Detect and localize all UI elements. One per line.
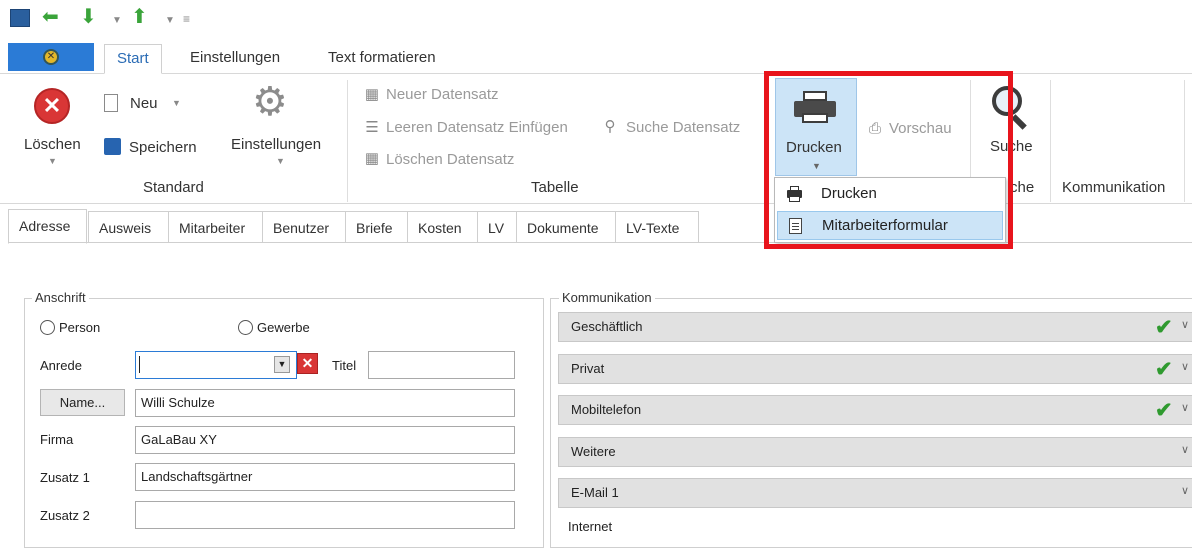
neu-button[interactable]: Neu xyxy=(130,95,158,112)
delete-record-icon: ▦ xyxy=(364,150,380,167)
name-field[interactable]: Willi Schulze xyxy=(135,389,515,417)
combo-email1[interactable]: E-Mail 1 ∨ xyxy=(558,478,1192,508)
titel-input[interactable] xyxy=(368,351,515,379)
leeren-datensatz-einfuegen-button[interactable]: Leeren Datensatz Einfügen xyxy=(386,119,568,136)
combo-email1-label: E-Mail 1 xyxy=(571,485,619,500)
ribbon-tab-row: ✕ Start Einstellungen Text formatieren xyxy=(0,38,1192,74)
tab-benutzer[interactable]: Benutzer xyxy=(262,211,346,243)
zusatz2-field[interactable] xyxy=(135,501,515,529)
loeschen-button[interactable]: Löschen xyxy=(24,136,81,153)
check-icon: ✔ xyxy=(1155,358,1173,381)
delete-icon[interactable]: ✕ xyxy=(34,88,70,124)
customize-icon[interactable]: ≡ xyxy=(183,10,190,28)
group-label-standard: Standard xyxy=(143,179,204,196)
tab-ausweis[interactable]: Ausweis xyxy=(88,211,169,243)
einstellungen-dropdown-icon[interactable]: ▼ xyxy=(276,156,285,166)
group-label-kommunikation: Kommunikation xyxy=(1062,179,1166,196)
save-icon[interactable] xyxy=(104,138,121,155)
neu-dropdown-icon[interactable]: ▼ xyxy=(172,98,181,108)
chevron-down-icon[interactable]: ∨ xyxy=(1181,443,1189,456)
application-menu-button[interactable]: ✕ xyxy=(8,43,94,71)
gear-icon[interactable]: ⚙ xyxy=(252,80,288,124)
combo-geschaeftlich-label: Geschäftlich xyxy=(571,319,643,334)
einstellungen-button[interactable]: Einstellungen xyxy=(231,136,321,153)
loeschen-datensatz-button[interactable]: Löschen Datensatz xyxy=(386,151,514,168)
tab-kosten[interactable]: Kosten xyxy=(407,211,478,243)
arrow-up-icon[interactable]: ⬆ xyxy=(131,7,148,27)
tab-einstellungen[interactable]: Einstellungen xyxy=(178,44,292,74)
suche-datensatz-button[interactable]: Suche Datensatz xyxy=(626,119,740,136)
tab-briefe[interactable]: Briefe xyxy=(345,211,408,243)
group-separator xyxy=(347,80,348,202)
chevron-down-icon[interactable]: ∨ xyxy=(1181,401,1189,414)
radio-person-label: Person xyxy=(59,320,101,335)
anschrift-title: Anschrift xyxy=(32,290,89,305)
tab-start[interactable]: Start xyxy=(104,44,162,74)
insert-empty-record-icon: ☰ xyxy=(365,119,379,136)
ribbon: ✕ Löschen ▼ Neu ▼ Speichern ⚙ Einstellun… xyxy=(0,74,1192,204)
application-icon: ✕ xyxy=(43,49,59,65)
titel-label: Titel xyxy=(332,358,357,373)
zusatz1-field[interactable]: Landschaftsgärtner xyxy=(135,463,515,491)
combo-mobiltelefon[interactable]: Mobiltelefon ✔ ∨ xyxy=(558,395,1192,425)
firma-field[interactable]: GaLaBau XY xyxy=(135,426,515,454)
zusatz2-label: Zusatz 2 xyxy=(40,508,90,523)
highlight-annotation-box xyxy=(764,71,1013,249)
anrede-dropdown-arrow-icon[interactable]: ▼ xyxy=(274,356,290,373)
name-button[interactable]: Name... xyxy=(40,389,125,416)
combo-weitere[interactable]: Weitere ∨ xyxy=(558,437,1192,467)
search-icon: ⚲ xyxy=(604,118,616,135)
tab-text-formatieren[interactable]: Text formatieren xyxy=(316,44,448,74)
check-icon: ✔ xyxy=(1155,316,1173,339)
combo-geschaeftlich[interactable]: Geschäftlich ✔ ∨ xyxy=(558,312,1192,342)
arrow-left-icon[interactable]: ⬅ xyxy=(42,7,59,27)
app-icon[interactable] xyxy=(10,9,30,27)
tab-lv[interactable]: LV xyxy=(477,211,517,243)
tab-lv-texte[interactable]: LV-Texte xyxy=(615,211,699,243)
text-cursor xyxy=(139,356,140,373)
neuer-datensatz-button[interactable]: Neuer Datensatz xyxy=(386,86,499,103)
radio-person[interactable] xyxy=(40,320,55,335)
speichern-button[interactable]: Speichern xyxy=(129,139,197,156)
tab-adresse[interactable]: Adresse xyxy=(8,209,87,244)
radio-gewerbe-label: Gewerbe xyxy=(257,320,310,335)
clear-anrede-icon[interactable]: ✕ xyxy=(297,353,318,374)
firma-label: Firma xyxy=(40,432,74,447)
new-record-icon: ▦ xyxy=(364,86,380,103)
anrede-combobox[interactable] xyxy=(135,351,297,379)
anrede-label: Anrede xyxy=(40,358,82,373)
chevron-down-icon[interactable]: ∨ xyxy=(1181,360,1189,373)
tab-dokumente[interactable]: Dokumente xyxy=(516,211,616,243)
tab-mitarbeiter[interactable]: Mitarbeiter xyxy=(168,211,263,243)
group-label-suche-partial: che xyxy=(1010,179,1035,196)
loeschen-dropdown-icon[interactable]: ▼ xyxy=(48,156,57,166)
arrow-down-icon[interactable]: ⬇ xyxy=(80,7,97,27)
group-label-tabelle: Tabelle xyxy=(531,179,579,196)
combo-weitere-label: Weitere xyxy=(571,444,616,459)
group-separator xyxy=(1184,80,1185,202)
new-document-icon[interactable] xyxy=(104,94,118,112)
magnifier-handle xyxy=(1011,114,1027,130)
quick-access-toolbar: ⬅ ⬇ ▼ ⬆ ▼ ≡ xyxy=(0,0,1192,38)
combo-privat[interactable]: Privat ✔ ∨ xyxy=(558,354,1192,384)
chevron-down-icon[interactable]: ∨ xyxy=(1181,484,1189,497)
kommunikation-title: Kommunikation xyxy=(559,290,655,305)
chevron-down-icon[interactable]: ∨ xyxy=(1181,318,1189,331)
form-area: Anschrift Person Gewerbe Anrede ▼ ✕ Tite… xyxy=(8,242,1192,548)
group-separator xyxy=(1050,80,1051,202)
combo-privat-label: Privat xyxy=(571,361,605,376)
chevron-down-icon[interactable]: ▼ xyxy=(112,12,122,30)
check-icon: ✔ xyxy=(1155,399,1173,422)
radio-gewerbe[interactable] xyxy=(238,320,253,335)
combo-mobiltelefon-label: Mobiltelefon xyxy=(571,402,642,417)
chevron-down-icon[interactable]: ▼ xyxy=(165,12,175,30)
zusatz1-label: Zusatz 1 xyxy=(40,470,90,485)
form-tab-row: Adresse Ausweis Mitarbeiter Benutzer Bri… xyxy=(8,209,1192,244)
internet-label: Internet xyxy=(568,519,613,534)
